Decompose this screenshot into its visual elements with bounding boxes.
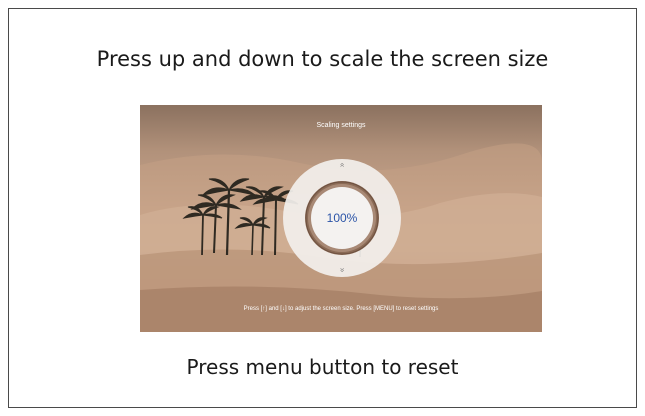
- scale-value: 100%: [326, 211, 358, 225]
- scaling-hint: Press [↑] and [↓] to adjust the screen s…: [243, 306, 439, 312]
- instruction-footer: Press menu button to reset: [186, 355, 459, 379]
- scaling-settings-title: Scaling settings: [316, 122, 366, 129]
- instruction-slide: Press up and down to scale the screen si…: [8, 8, 637, 408]
- scaling-settings-screen: Scaling settings « 100% » Press [↑] and …: [140, 105, 542, 332]
- instruction-heading: Press up and down to scale the screen si…: [96, 47, 549, 71]
- double-chevron-up-icon[interactable]: «: [338, 155, 347, 175]
- double-chevron-down-icon[interactable]: »: [338, 260, 347, 280]
